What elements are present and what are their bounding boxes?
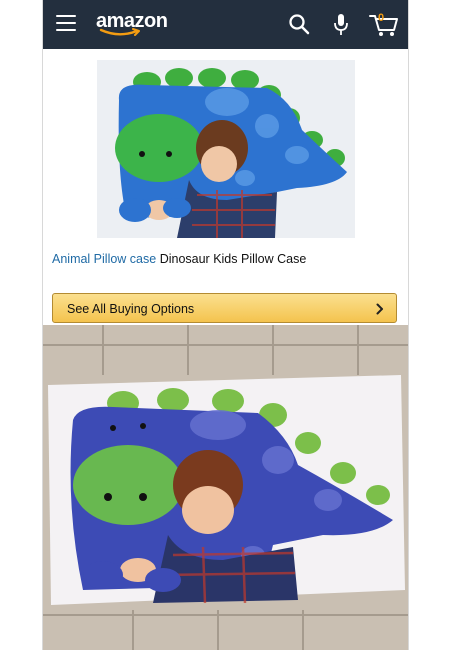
product-image[interactable] [97, 60, 355, 238]
cart-count-badge: 0 [378, 12, 385, 24]
menu-icon[interactable] [56, 15, 76, 33]
product-title: Animal Pillow case Dinosaur Kids Pillow … [52, 252, 306, 266]
amazon-smile-icon [99, 28, 140, 36]
see-all-buying-options-button[interactable]: See All Buying Options [52, 293, 397, 323]
search-icon[interactable] [288, 13, 310, 35]
customer-photo[interactable] [43, 325, 408, 650]
top-navigation-bar: amazon 0 [43, 0, 408, 49]
chevron-right-icon [376, 303, 383, 315]
pillowcase-photo [43, 325, 408, 650]
mobile-page: amazon 0 Animal Pillow case Dinosaur Kid… [42, 0, 409, 650]
product-category-link[interactable]: Animal Pillow case [52, 252, 156, 266]
product-title-text: Dinosaur Kids Pillow Case [156, 252, 307, 266]
dinosaur-pillow-illustration [97, 60, 355, 238]
microphone-icon[interactable] [333, 13, 349, 37]
buying-options-label: See All Buying Options [67, 302, 195, 316]
